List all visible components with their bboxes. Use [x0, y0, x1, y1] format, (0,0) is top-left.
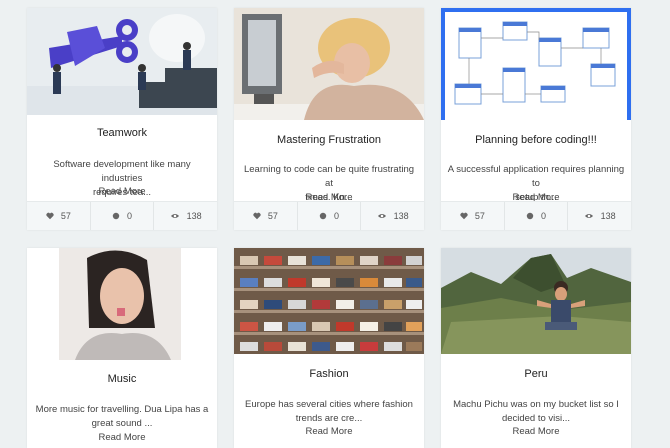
view-count: 138 — [393, 211, 409, 221]
card-excerpt: More music for travelling. Dua Lipa has … — [33, 403, 211, 431]
peru-image[interactable] — [441, 248, 631, 354]
comment-count: 0 — [127, 211, 133, 221]
like-count: 57 — [267, 211, 278, 221]
eye-icon — [584, 214, 593, 218]
excerpt-line: Europe has several cities where fashion — [245, 399, 413, 410]
eye-icon — [170, 214, 179, 218]
excerpt-line: great sound ... — [91, 418, 153, 429]
read-more-link[interactable]: Read More — [441, 426, 631, 437]
like-count: 57 — [474, 211, 485, 221]
card-title[interactable]: Teamwork — [27, 127, 217, 139]
post-card-fashion[interactable]: Fashion Europe has several cities where … — [234, 248, 424, 448]
heart-icon — [460, 212, 468, 220]
fashion-image[interactable] — [234, 248, 424, 354]
heart-icon — [253, 212, 261, 220]
excerpt-line: Software development like many industrie… — [53, 159, 191, 184]
planning-image[interactable] — [441, 8, 631, 120]
post-card-planning[interactable]: Planning before coding!!! A successful a… — [441, 8, 631, 230]
read-more-link[interactable]: Read More — [27, 432, 217, 443]
comment-stat[interactable]: 0 — [91, 202, 155, 230]
frustration-image[interactable] — [234, 8, 424, 120]
view-count: 138 — [186, 211, 202, 221]
card-title[interactable]: Planning before coding!!! — [441, 134, 631, 146]
comment-icon — [112, 212, 120, 220]
excerpt-line: decided to visi... — [501, 413, 571, 424]
like-stat[interactable]: 57 — [27, 202, 91, 230]
card-stats: 57 0 138 — [234, 201, 424, 230]
excerpt-line: Machu Pichu was on my bucket list so I — [453, 399, 619, 410]
excerpt-line: Learning to code can be quite frustratin… — [243, 164, 415, 189]
read-more-link[interactable]: Read More — [27, 186, 217, 197]
card-excerpt: Europe has several cities where fashion … — [240, 398, 418, 426]
comment-stat[interactable]: 0 — [505, 202, 569, 230]
comment-count: 0 — [541, 211, 547, 221]
post-card-music[interactable]: Music More music for travelling. Dua Lip… — [27, 248, 217, 448]
comment-icon — [526, 212, 534, 220]
card-title[interactable]: Mastering Frustration — [234, 134, 424, 146]
like-stat[interactable]: 57 — [234, 202, 298, 230]
like-count: 57 — [60, 211, 71, 221]
card-stats: 57 0 138 — [441, 201, 631, 230]
comment-count: 0 — [334, 211, 340, 221]
excerpt-line: trends are cre... — [295, 413, 363, 424]
view-stat: 138 — [154, 202, 217, 230]
comment-icon — [319, 212, 327, 220]
teamwork-image[interactable] — [27, 8, 217, 115]
eye-icon — [377, 214, 386, 218]
read-more-link[interactable]: Read More — [234, 426, 424, 437]
card-stats: 57 0 138 — [27, 201, 217, 230]
view-stat: 138 — [361, 202, 424, 230]
music-image[interactable] — [27, 248, 217, 360]
heart-icon — [46, 212, 54, 220]
card-title[interactable]: Fashion — [234, 368, 424, 380]
card-excerpt: Machu Pichu was on my bucket list so I d… — [447, 398, 625, 426]
excerpt-line: A successful application requires planni… — [447, 164, 625, 189]
view-stat: 138 — [568, 202, 631, 230]
like-stat[interactable]: 57 — [441, 202, 505, 230]
post-card-peru[interactable]: Peru Machu Pichu was on my bucket list s… — [441, 248, 631, 448]
post-card-teamwork[interactable]: Teamwork Software development like many … — [27, 8, 217, 230]
comment-stat[interactable]: 0 — [298, 202, 362, 230]
view-count: 138 — [600, 211, 616, 221]
post-card-mastering-frustration[interactable]: Mastering Frustration Learning to code c… — [234, 8, 424, 230]
card-title[interactable]: Peru — [441, 368, 631, 380]
excerpt-line: More music for travelling. Dua Lipa has … — [35, 404, 209, 415]
card-title[interactable]: Music — [27, 373, 217, 385]
